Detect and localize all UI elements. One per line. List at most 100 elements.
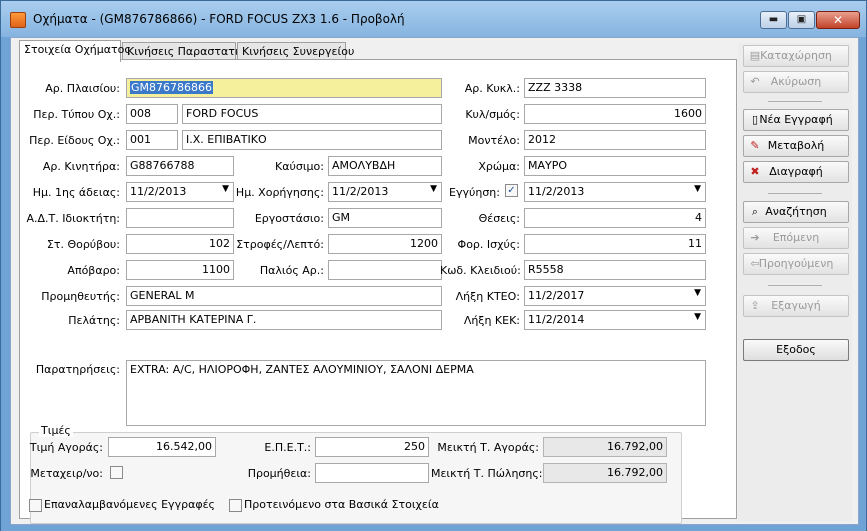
dropdown-arrow-icon[interactable]: ▼ [694,312,701,322]
factory-field[interactable]: GM [328,208,442,228]
chassis-no-value: GM876786866 [130,81,214,94]
model-field[interactable]: 2012 [524,130,706,150]
plate-no-field[interactable]: ZZZ 3338 [524,78,706,98]
epet-label: Ε.Π.Ε.Τ.: [264,441,311,454]
exit-button[interactable]: Εξοδος [743,339,849,361]
new-record-button-label: Νέα Εγγραφή [759,113,833,126]
export-icon: ⇪ [750,299,760,312]
customer-field[interactable]: ΑΡΒΑΝΙΤΗ ΚΑΤΕΡΙΝΑ Γ. [126,310,442,330]
gross-purchase-field: 16.792,00 [543,437,667,457]
delete-button-label: Διαγραφή [769,165,823,178]
kek-expiry-value: 11/2/2014 [528,313,585,326]
arrow-right-icon: ➔ [750,231,760,244]
app-window: Οχήματα - (GM876786866) - FORD FOCUS ZX3… [0,0,867,531]
warranty-date-value: 11/2/2013 [528,185,585,198]
dropdown-arrow-icon[interactable]: ▼ [694,184,701,194]
warranty-label: Εγγύηση: [449,186,500,199]
color-field[interactable]: ΜΑΥΡΟ [524,156,706,176]
chassis-no-label: Αρ. Πλαισίου: [45,82,120,95]
issue-date-label: Ημ. Χορήγησης: [235,186,324,199]
rpm-field[interactable]: 1200 [328,234,442,254]
undo-icon: ↶ [750,75,760,88]
next-button-label: Επόμενη [772,231,820,244]
cancel-button-label: Ακύρωση [770,75,822,88]
factory-label: Εργοστάσιο: [254,212,324,225]
notes-textarea[interactable]: EXTRA: A/C, ΗΛΙΟΡΟΦΗ, ΖΑΝΤΕΣ ΑΛΟΥΜΙΝΙΟΥ,… [126,360,706,426]
arrow-left-icon: ⇦ [750,257,760,270]
key-code-field[interactable]: R5558 [524,260,706,280]
used-checkbox[interactable] [110,466,123,479]
warranty-date-picker[interactable]: 11/2/2013 ▼ [524,182,706,202]
new-document-icon: ▯ [751,113,759,126]
next-button[interactable]: ➔ Επόμενη [743,227,849,249]
window-title: Οχήματα - (GM876786866) - FORD FOCUS ZX3… [33,12,405,26]
title-bar: Οχήματα - (GM876786866) - FORD FOCUS ZX3… [1,1,866,37]
proposed-checkbox[interactable] [229,499,242,512]
engine-no-field[interactable]: G88766788 [126,156,234,176]
search-button-label: Αναζήτηση [765,205,827,218]
kind-period-code-field[interactable]: 001 [126,130,178,150]
purchase-price-field[interactable]: 16.542,00 [108,437,216,457]
kek-expiry-label: Λήξη ΚΕΚ: [463,314,520,327]
color-label: Χρώμα: [478,160,520,173]
commission-field[interactable] [315,463,429,483]
action-sidebar: ▤ Καταχώρηση ↶ Ακύρωση ▯ Νέα Εγγραφή ✎ Μεταβ… [738,43,852,521]
prices-legend: Τιμές [39,424,73,437]
previous-button-label: Προηγούμενη [758,257,834,270]
kek-expiry-picker[interactable]: 11/2/2014 ▼ [524,310,706,330]
tare-weight-label: Απόβαρο: [67,264,120,277]
kteo-expiry-picker[interactable]: 11/2/2017 ▼ [524,286,706,306]
export-button[interactable]: ⇪ Εξαγωγή [743,295,849,317]
commission-label: Προμήθεια: [247,467,311,480]
type-period-name-field[interactable]: FORD FOCUS [182,104,442,124]
noise-level-label: Στ. Θορύβου: [46,238,120,251]
fuel-field[interactable]: ΑΜΟΛΥΒΔΗ [328,156,442,176]
displacement-label: Κυλ/σμός: [465,108,520,121]
edit-button[interactable]: ✎ Μεταβολή [743,135,849,157]
type-period-label: Περ. Τύπου Οχ.: [33,108,120,121]
old-number-field[interactable] [328,260,442,280]
window-bottom-border [1,525,866,531]
maximize-button[interactable]: ▣ [788,11,815,29]
gross-sale-field: 16.792,00 [543,463,667,483]
issue-date-picker[interactable]: 11/2/2013 ▼ [328,182,442,202]
model-label: Μοντέλο: [468,134,520,147]
tax-hp-field[interactable]: 11 [524,234,706,254]
divider [768,193,822,194]
dropdown-arrow-icon[interactable]: ▼ [694,288,701,298]
epet-field[interactable]: 250 [315,437,429,457]
issue-date-value: 11/2/2013 [332,185,389,198]
previous-button[interactable]: ⇦ Προηγούμενη [743,253,849,275]
kteo-expiry-label: Λήξη ΚΤΕΟ: [455,290,520,303]
seats-field[interactable]: 4 [524,208,706,228]
search-button[interactable]: ⌕ Αναζήτηση [743,201,849,223]
supplier-field[interactable]: GENERAL M [126,286,442,306]
displacement-field[interactable]: 1600 [524,104,706,124]
kind-period-name-field[interactable]: Ι.Χ. ΕΠΙΒΑΤΙΚΟ [182,130,442,150]
tab-garage-movements[interactable]: Κινήσεις Συνεργείου [237,42,354,60]
delete-icon: ✖ [750,165,760,178]
owner-id-field[interactable] [126,208,234,228]
type-period-code-field[interactable]: 008 [126,104,178,124]
delete-button[interactable]: ✖ Διαγραφή [743,161,849,183]
kteo-expiry-value: 11/2/2017 [528,289,585,302]
chassis-no-field[interactable]: GM876786866 [126,78,442,98]
warranty-checkbox[interactable]: ✓ [505,184,518,197]
tab-vehicle-details[interactable]: Στοιχεία Οχήματος [19,40,131,62]
save-button[interactable]: ▤ Καταχώρηση [743,45,849,67]
repeat-records-checkbox[interactable] [29,499,42,512]
divider [768,101,822,102]
tare-weight-field[interactable]: 1100 [126,260,234,280]
new-record-button[interactable]: ▯ Νέα Εγγραφή [743,109,849,131]
seats-label: Θέσεις: [478,212,520,225]
cancel-button[interactable]: ↶ Ακύρωση [743,71,849,93]
repeat-records-label: Επαναλαμβανόμενες Εγγραφές [44,498,215,511]
tab-document-movements[interactable]: Κινήσεις Παραστατικά [122,42,252,60]
first-licence-date-picker[interactable]: 11/2/2013 ▼ [126,182,234,202]
noise-level-field[interactable]: 102 [126,234,234,254]
edit-icon: ✎ [750,139,760,152]
supplier-label: Προμηθευτής: [41,290,120,303]
close-button[interactable]: ✕ [816,11,860,29]
minimize-button[interactable]: ▬ [760,11,787,29]
old-number-label: Παλιός Αρ.: [259,264,324,277]
